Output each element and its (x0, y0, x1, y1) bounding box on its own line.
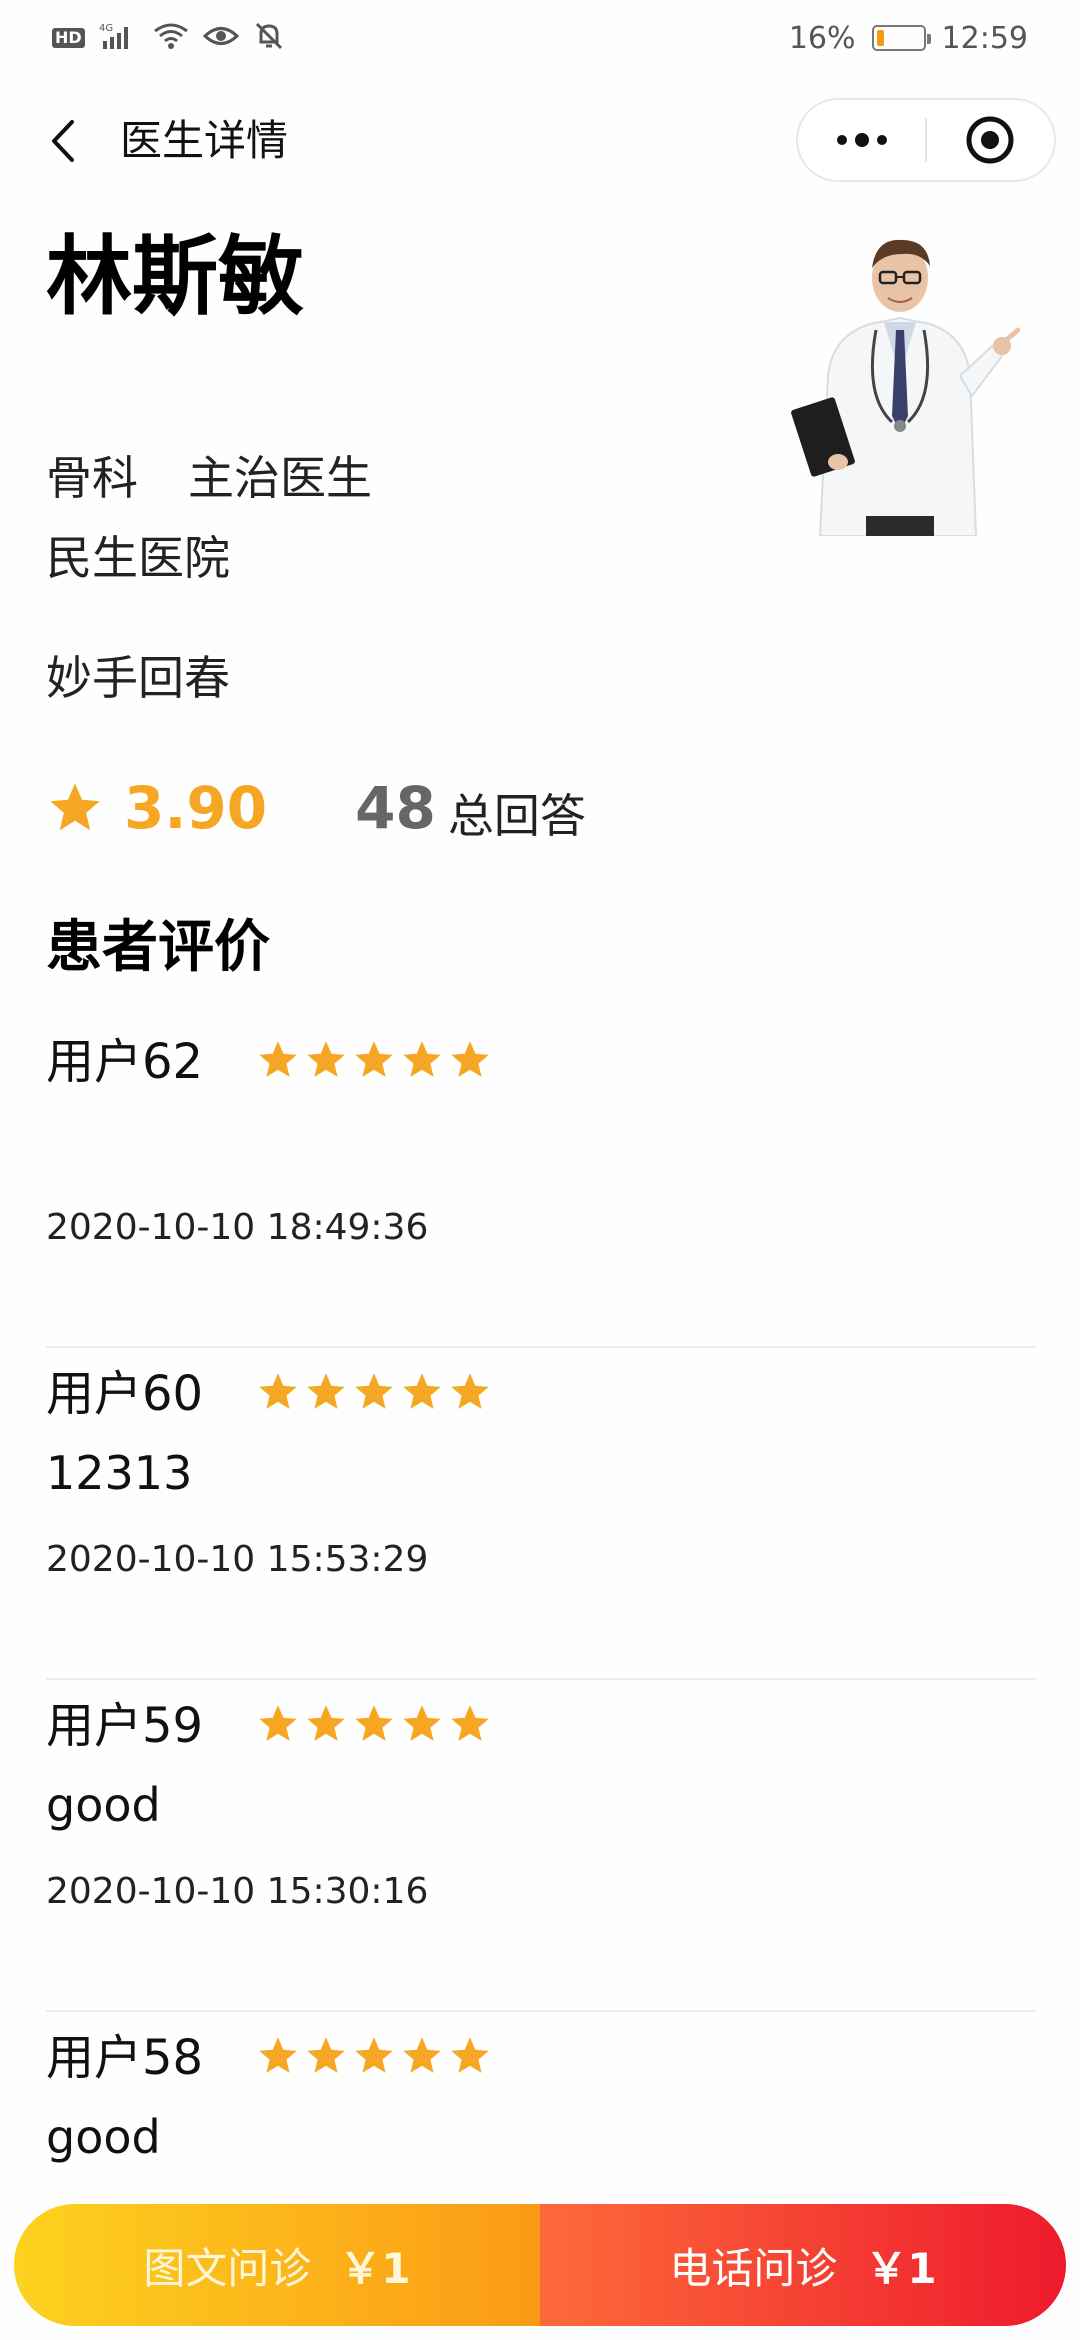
doctor-motto: 妙手回春 (46, 651, 230, 705)
target-circle-icon (966, 116, 1014, 164)
review-item: 用户59 good 2020-10-10 15:30:16 (46, 1680, 1036, 2012)
star-icon (307, 2037, 345, 2073)
star-icon (451, 1041, 489, 1077)
text-consult-button[interactable]: 图文问诊 ￥1 (14, 2204, 540, 2326)
review-stars (256, 1370, 492, 1414)
hospital: 民生医院 (46, 531, 230, 585)
close-mini-program-button[interactable] (927, 100, 1054, 180)
battery-icon (871, 25, 931, 51)
star-icon (259, 1041, 297, 1077)
review-time: 2020-10-10 15:53:29 (46, 1539, 429, 1580)
battery-fill (876, 30, 884, 46)
reviews-list: 用户62 2020-10-10 18:49:36 用户60 12313 2020… (46, 1016, 1036, 2340)
star-icon (403, 1373, 441, 1409)
department-line: 骨科 主治医生 (46, 448, 372, 508)
status-right-info: 16% 12:59 (789, 18, 1028, 58)
status-left-icons: HD 4G (52, 20, 285, 56)
phone-consult-button[interactable]: 电话问诊 ￥1 (540, 2204, 1066, 2326)
more-dots-icon (836, 133, 887, 147)
review-user: 用户58 (46, 2030, 204, 2086)
star-icon (403, 1705, 441, 1741)
department: 骨科 (46, 451, 138, 505)
rating-value: 3.90 (124, 774, 268, 842)
review-comment: good (46, 2110, 161, 2164)
star-icon (355, 2037, 393, 2073)
mini-program-capsule (796, 98, 1056, 182)
star-icon (355, 1705, 393, 1741)
star-icon (403, 2037, 441, 2073)
bell-off-icon (253, 20, 285, 56)
answers-label: 总回答 (447, 789, 586, 843)
more-button[interactable] (798, 100, 925, 180)
star-icon (307, 1373, 345, 1409)
signal-icon: 4G (99, 21, 139, 55)
chevron-left-icon (52, 120, 74, 162)
phone-consult-label: 电话问诊 (669, 2243, 838, 2293)
battery-percent: 16% (788, 20, 856, 56)
back-button[interactable] (36, 114, 90, 168)
text-consult-label: 图文问诊 (143, 2243, 312, 2293)
star-icon (355, 1041, 393, 1077)
review-time: 2020-10-10 15:30:16 (46, 1871, 429, 1912)
review-user: 用户62 (46, 1034, 204, 1090)
status-bar: HD 4G 16% 12:59 (0, 0, 1080, 76)
review-comment: good (46, 1778, 161, 1832)
doctor-name: 林斯敏 (46, 227, 304, 327)
review-user: 用户59 (46, 1698, 204, 1754)
star-icon (307, 1705, 345, 1741)
star-icon (451, 1705, 489, 1741)
star-icon (50, 783, 100, 831)
doctor-title: 主治医生 (188, 451, 372, 505)
clock: 12:59 (941, 20, 1028, 56)
review-stars (256, 1038, 492, 1082)
doctor-stats: 3.90 48 总回答 (46, 768, 586, 848)
star-icon (451, 2037, 489, 2073)
star-icon (259, 2037, 297, 2073)
reviews-title: 患者评价 (46, 915, 270, 980)
doctor-photo (780, 226, 1021, 537)
review-item: 用户60 12313 2020-10-10 15:53:29 (46, 1348, 1036, 1680)
consult-action-bar: 图文问诊 ￥1 电话问诊 ￥1 (14, 2204, 1066, 2326)
star-icon (451, 1373, 489, 1409)
page-title: 医生详情 (120, 116, 289, 165)
review-item: 用户62 2020-10-10 18:49:36 (46, 1016, 1036, 1348)
hd-badge: HD (52, 28, 85, 48)
star-icon (307, 1041, 345, 1077)
review-time: 2020-10-10 18:49:36 (46, 1207, 429, 1248)
text-consult-price: ￥1 (339, 2243, 411, 2293)
signal-label: 4G (99, 23, 113, 34)
eye-icon (202, 21, 239, 55)
doctor-detail-page: HD 4G 16% 12:59 医生详情 林斯敏 骨科 主治医生 民生医院 妙手… (0, 0, 1080, 2340)
wifi-icon (153, 21, 189, 55)
review-stars (256, 1702, 492, 1746)
star-icon (259, 1373, 297, 1409)
star-icon (355, 1373, 393, 1409)
phone-consult-price: ￥1 (865, 2243, 937, 2293)
star-icon (403, 1041, 441, 1077)
battery-cap (926, 34, 931, 44)
review-stars (256, 2034, 492, 2078)
review-comment: 12313 (46, 1446, 193, 1500)
star-icon (259, 1705, 297, 1741)
answers-count: 48 (355, 774, 436, 842)
nav-bar: 医生详情 (0, 96, 1080, 186)
review-user: 用户60 (46, 1366, 204, 1422)
